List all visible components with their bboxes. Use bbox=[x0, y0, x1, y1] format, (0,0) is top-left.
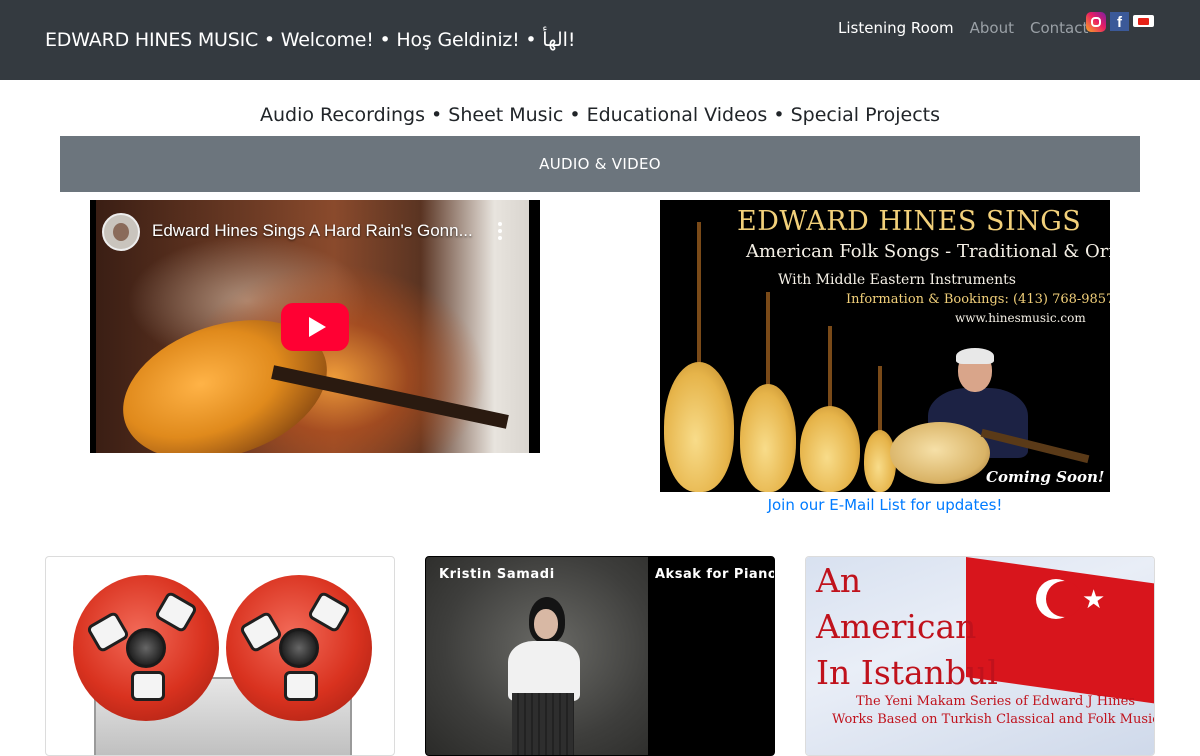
album-cover-photo bbox=[426, 557, 648, 755]
category-separator: • bbox=[424, 104, 449, 126]
reel-to-reel-icon bbox=[73, 575, 219, 721]
album-description-line: Works Based on Turkish Classical and Fol… bbox=[832, 712, 1155, 727]
social-links: f bbox=[1086, 12, 1154, 32]
album-title-line-2: American bbox=[816, 607, 977, 646]
nav-link-contact[interactable]: Contact bbox=[1030, 19, 1088, 37]
category-educational-videos[interactable]: Educational Videos bbox=[587, 104, 768, 126]
email-list-link[interactable]: Join our E-Mail List for updates! bbox=[660, 496, 1110, 514]
nav-link-listening-room[interactable]: Listening Room bbox=[838, 19, 954, 37]
album-artist: Kristin Samadi bbox=[439, 567, 555, 582]
small-saz-instrument-image bbox=[864, 366, 896, 492]
album-series-line: The Yeni Makam Series of Edward J Hines bbox=[856, 694, 1135, 709]
poster-subtitle: American Folk Songs - Traditional & Orig… bbox=[746, 241, 1110, 262]
reel-icon bbox=[226, 575, 372, 721]
site-brand[interactable]: EDWARD HINES MUSIC • Welcome! • Hoş Geld… bbox=[45, 29, 576, 51]
category-separator: • bbox=[767, 104, 791, 126]
top-navbar: EDWARD HINES MUSIC • Welcome! • Hoş Geld… bbox=[0, 0, 1200, 80]
more-options-icon[interactable] bbox=[498, 222, 502, 240]
nav-link-about[interactable]: About bbox=[970, 19, 1014, 37]
baglama-instrument-image bbox=[740, 292, 796, 492]
cura-instrument-image bbox=[800, 326, 860, 492]
play-icon[interactable] bbox=[281, 303, 349, 351]
poster-coming-soon: Coming Soon! bbox=[986, 468, 1105, 486]
album-card-audio-recordings[interactable] bbox=[45, 556, 395, 756]
poster-website: www.hinesmusic.com bbox=[955, 311, 1086, 325]
youtube-video-embed[interactable]: Edward Hines Sings A Hard Rain's Gonn... bbox=[90, 200, 540, 453]
category-audio-recordings[interactable]: Audio Recordings bbox=[260, 104, 425, 126]
crescent-cutout bbox=[1046, 581, 1082, 617]
album-title-line-3: In Istanbul bbox=[816, 653, 998, 692]
youtube-icon[interactable] bbox=[1133, 15, 1154, 27]
section-header-audio-video: AUDIO & VIDEO bbox=[60, 136, 1140, 192]
poster-bookings-line: Information & Bookings: (413) 768-9857 bbox=[846, 292, 1110, 307]
nav-links: Listening Room About Contact bbox=[838, 19, 1104, 37]
album-card-aksak-for-piano[interactable]: Kristin Samadi Aksak for Piano bbox=[425, 556, 775, 756]
saz-instrument-image bbox=[664, 222, 734, 492]
category-separator: • bbox=[563, 104, 587, 126]
album-title: Aksak for Piano bbox=[655, 567, 775, 582]
video-title[interactable]: Edward Hines Sings A Hard Rain's Gonn... bbox=[152, 221, 473, 241]
category-sheet-music[interactable]: Sheet Music bbox=[448, 104, 563, 126]
poster-instruments-line: With Middle Eastern Instruments bbox=[778, 272, 1016, 288]
star-icon: ★ bbox=[1082, 585, 1106, 615]
concert-poster: EDWARD HINES SINGS American Folk Songs -… bbox=[660, 200, 1110, 492]
instagram-icon[interactable] bbox=[1086, 12, 1106, 32]
category-nav: Audio Recordings • Sheet Music • Educati… bbox=[0, 104, 1200, 126]
channel-avatar[interactable] bbox=[102, 213, 140, 251]
category-special-projects[interactable]: Special Projects bbox=[791, 104, 940, 126]
poster-title: EDWARD HINES SINGS bbox=[737, 206, 1082, 237]
facebook-icon[interactable]: f bbox=[1110, 12, 1129, 31]
album-card-american-in-istanbul[interactable]: ★ An American In Istanbul The Yeni Makam… bbox=[805, 556, 1155, 756]
album-title-line-1: An bbox=[816, 561, 862, 600]
section-header-label: AUDIO & VIDEO bbox=[539, 155, 661, 173]
